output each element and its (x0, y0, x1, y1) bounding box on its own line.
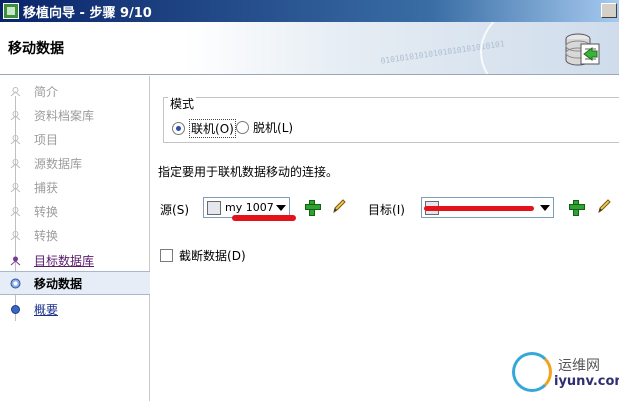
header-banner: 移动数据 01010101010101010101010101 (0, 22, 619, 75)
radio-online-indicator[interactable] (172, 122, 185, 135)
watermark-line2: iyunv.com (554, 374, 619, 389)
nav-step-item: 资料档案库 (0, 103, 150, 127)
step-node-icon (10, 158, 21, 169)
mode-legend: 模式 (168, 95, 197, 112)
step-node-icon (10, 110, 21, 121)
step-node-icon (10, 182, 21, 193)
nav-step-label: 源数据库 (34, 156, 83, 171)
nav-step-label: 资料档案库 (34, 108, 95, 123)
source-label: 源(S) (160, 203, 189, 217)
window-title: 移植向导 - 步骤 9/10 (23, 5, 152, 21)
watermark-logo-icon (512, 352, 552, 392)
nav-step-label: 简介 (34, 84, 59, 99)
radio-offline-label: 脱机(L) (253, 121, 294, 135)
add-target-connection-icon[interactable] (569, 200, 585, 216)
page-title: 移动数据 (8, 41, 64, 57)
nav-step-label: 移动数据 (34, 276, 83, 291)
nav-step-item: 简介 (0, 79, 150, 103)
step-node-icon (10, 230, 21, 241)
edit-source-connection-icon[interactable] (331, 198, 347, 214)
site-watermark: 运维网 iyunv.com (512, 352, 619, 396)
nav-step-item[interactable]: 概要 (0, 297, 150, 321)
connection-instruction: 指定要用于联机数据移动的连接。 (158, 165, 339, 179)
nav-step-item: 项目 (0, 127, 150, 151)
nav-step-item: 转换 (0, 223, 150, 247)
nav-step-label: 转换 (34, 228, 59, 243)
chevron-down-icon[interactable] (540, 205, 550, 211)
nav-step-label: 项目 (34, 132, 59, 147)
add-source-connection-icon[interactable] (305, 200, 321, 216)
truncate-data-checkbox[interactable]: 截断数据(D) (160, 247, 246, 264)
radio-online[interactable]: 联机(O) (172, 119, 236, 138)
source-connection-value: my 1007 (225, 201, 274, 214)
step-node-icon (10, 134, 21, 145)
step-node-icon (10, 206, 21, 217)
nav-step-item: 源数据库 (0, 151, 150, 175)
nav-step-item: 捕获 (0, 175, 150, 199)
close-button[interactable] (601, 3, 617, 18)
watermark-line1: 运维网 (558, 358, 600, 374)
step-node-icon (10, 86, 21, 97)
nav-step-label: 转换 (34, 204, 59, 219)
step-node-icon (10, 278, 21, 289)
nav-step-item[interactable]: 移动数据 (0, 271, 150, 295)
nav-step-item[interactable]: 目标数据库 (0, 248, 150, 272)
connection-icon (207, 200, 221, 215)
radio-offline[interactable]: 脱机(L) (236, 119, 293, 136)
checkbox-box[interactable] (160, 249, 173, 262)
redaction-scribble (232, 215, 296, 221)
truncate-data-label: 截断数据(D) (179, 249, 246, 263)
nav-step-label: 目标数据库 (34, 253, 95, 268)
step-node-icon (10, 304, 21, 315)
chevron-down-icon[interactable] (276, 205, 286, 211)
nav-step-label: 概要 (34, 302, 59, 317)
redaction-scribble (424, 206, 534, 211)
radio-offline-indicator[interactable] (236, 121, 249, 134)
radio-online-label: 联机(O) (189, 119, 236, 138)
window-title-bar: 移植向导 - 步骤 9/10 (0, 0, 619, 22)
database-migrate-icon (565, 33, 600, 66)
target-label: 目标(I) (368, 203, 405, 217)
app-icon (3, 3, 19, 19)
step-node-icon (10, 255, 21, 266)
nav-step-item: 转换 (0, 199, 150, 223)
nav-step-label: 捕获 (34, 180, 59, 195)
edit-target-connection-icon[interactable] (596, 198, 612, 214)
